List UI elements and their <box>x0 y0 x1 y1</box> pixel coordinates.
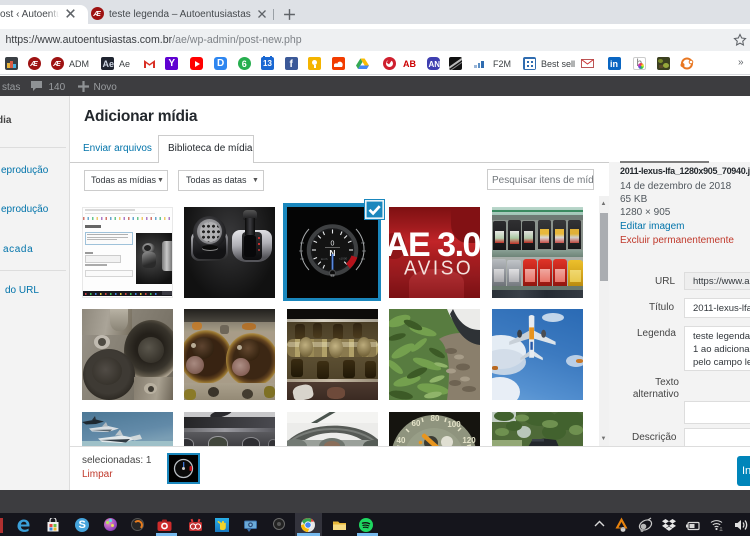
svg-text:100: 100 <box>447 420 461 429</box>
svg-text:x1000: x1000 <box>339 256 348 260</box>
svg-text:80: 80 <box>431 414 440 423</box>
svg-text:40: 40 <box>397 436 406 445</box>
svg-text:120: 120 <box>462 436 476 445</box>
svg-text:88: 88 <box>330 273 334 277</box>
svg-text:km/h: km/h <box>321 257 328 261</box>
svg-text:60: 60 <box>412 419 421 428</box>
svg-text:0: 0 <box>330 240 334 247</box>
